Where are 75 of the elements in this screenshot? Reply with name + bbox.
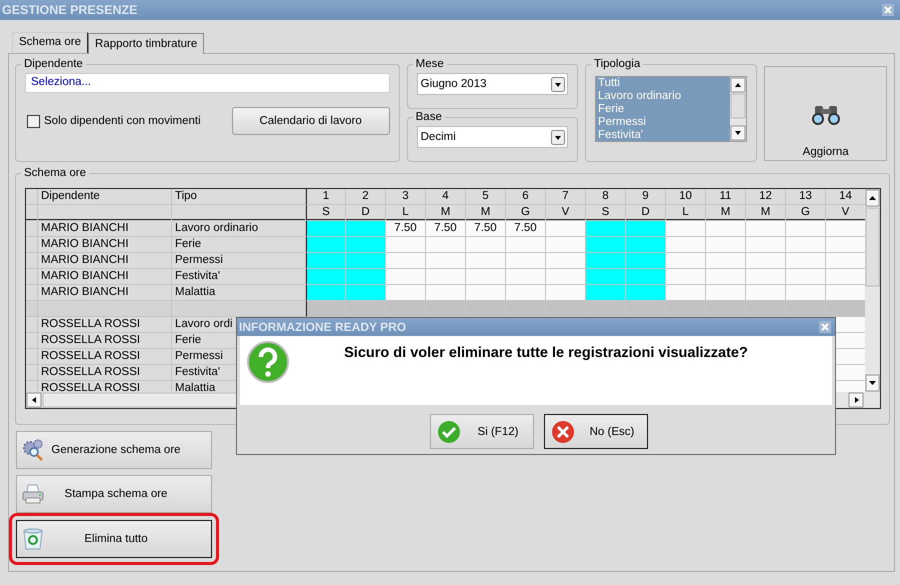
column-header[interactable]: Dipendente — [38, 189, 172, 205]
refresh-button[interactable]: Aggiorna — [764, 66, 887, 161]
month-dropdown[interactable]: Giugno 2013 — [416, 73, 568, 95]
action-button[interactable]: Generazione schema ore — [16, 431, 212, 469]
printer-icon — [21, 482, 45, 506]
column-header[interactable]: 10 — [666, 189, 706, 205]
dialog-message: Sicuro di voler eliminare tutte le registrazioni visualizzate? — [343, 344, 749, 363]
dialog-button[interactable]: No (Esc) — [544, 414, 648, 449]
tab[interactable]: Rapporto timbrature — [88, 33, 204, 54]
table-cell: MARIO BIANCHI — [38, 269, 172, 285]
table-cell: ROSSELLA ROSSI — [38, 349, 172, 365]
column-header[interactable]: 5 — [466, 189, 506, 205]
row-header[interactable] — [26, 221, 38, 237]
checkbox[interactable] — [27, 114, 40, 128]
row-header[interactable] — [26, 269, 38, 285]
gear-magnifier-icon — [21, 438, 45, 462]
group-label: Dipendente — [23, 58, 84, 70]
dialog-button[interactable]: Si (F12) — [430, 414, 534, 449]
row-header[interactable] — [26, 237, 38, 253]
window-title: GESTIONE PRESENZE — [2, 3, 138, 17]
column-header[interactable]: 7 — [546, 189, 586, 205]
table-cell: 7.50 — [506, 221, 546, 237]
base-dropdown[interactable]: Decimi — [416, 126, 568, 148]
column-header[interactable]: 9 — [626, 189, 666, 205]
group-label: Base — [414, 111, 443, 123]
action-button[interactable]: Stampa schema ore — [16, 475, 212, 513]
row-header — [26, 205, 38, 221]
table-cell: ROSSELLA ROSSI — [38, 317, 172, 333]
row-header[interactable] — [26, 317, 38, 333]
close-icon[interactable] — [882, 4, 894, 16]
table-cell: MARIO BIANCHI — [38, 237, 172, 253]
row-header[interactable] — [26, 333, 38, 349]
close-icon[interactable] — [819, 321, 831, 333]
recycle-bin-icon — [21, 527, 45, 551]
calendar-button[interactable]: Calendario di lavoro — [232, 107, 390, 135]
table-cell: MARIO BIANCHI — [38, 221, 172, 237]
employee-field[interactable]: Seleziona... — [25, 73, 390, 93]
cancel-icon — [551, 420, 575, 444]
table-cell: MARIO BIANCHI — [38, 253, 172, 269]
column-header[interactable]: 12 — [746, 189, 786, 205]
row-header[interactable] — [26, 365, 38, 381]
table-cell: ROSSELLA ROSSI — [38, 365, 172, 381]
table-cell: 7.50 — [386, 221, 426, 237]
action-button[interactable]: Elimina tutto — [16, 520, 212, 558]
column-header[interactable]: 4 — [426, 189, 466, 205]
scrollbar[interactable] — [730, 77, 746, 141]
group-label: Mese — [414, 58, 445, 70]
row-header[interactable] — [26, 253, 38, 269]
checkbox-label[interactable]: Solo dipendenti con movimenti — [44, 115, 201, 127]
tab[interactable]: Schema ore — [12, 32, 88, 53]
table-cell: 7.50 — [426, 221, 466, 237]
column-header[interactable]: 6 — [506, 189, 546, 205]
scrollbar[interactable] — [865, 189, 880, 408]
question-icon — [246, 340, 290, 384]
column-header[interactable]: Tipo — [172, 189, 306, 205]
group-label: Schema ore — [23, 167, 88, 179]
table-cell: ROSSELLA ROSSI — [38, 333, 172, 349]
row-header — [26, 189, 38, 205]
table-cell: Ferie — [172, 237, 306, 253]
check-icon — [437, 420, 461, 444]
column-header[interactable]: 8 — [586, 189, 626, 205]
group-label: Tipologia — [592, 58, 642, 70]
row-header[interactable] — [26, 349, 38, 365]
table-cell — [826, 301, 865, 317]
row-header[interactable] — [26, 301, 38, 317]
column-header[interactable]: 2 — [346, 189, 386, 205]
column-header[interactable]: 13 — [786, 189, 826, 205]
table-cell: Lavoro ordinario — [172, 221, 306, 237]
column-header[interactable]: 3 — [386, 189, 426, 205]
column-header[interactable]: 11 — [706, 189, 746, 205]
table-cell: Permessi — [172, 253, 306, 269]
column-header[interactable]: 1 — [306, 189, 346, 205]
table-cell: 7.50 — [466, 221, 506, 237]
table-cell — [306, 301, 346, 317]
table-cell: Festivita' — [172, 269, 306, 285]
